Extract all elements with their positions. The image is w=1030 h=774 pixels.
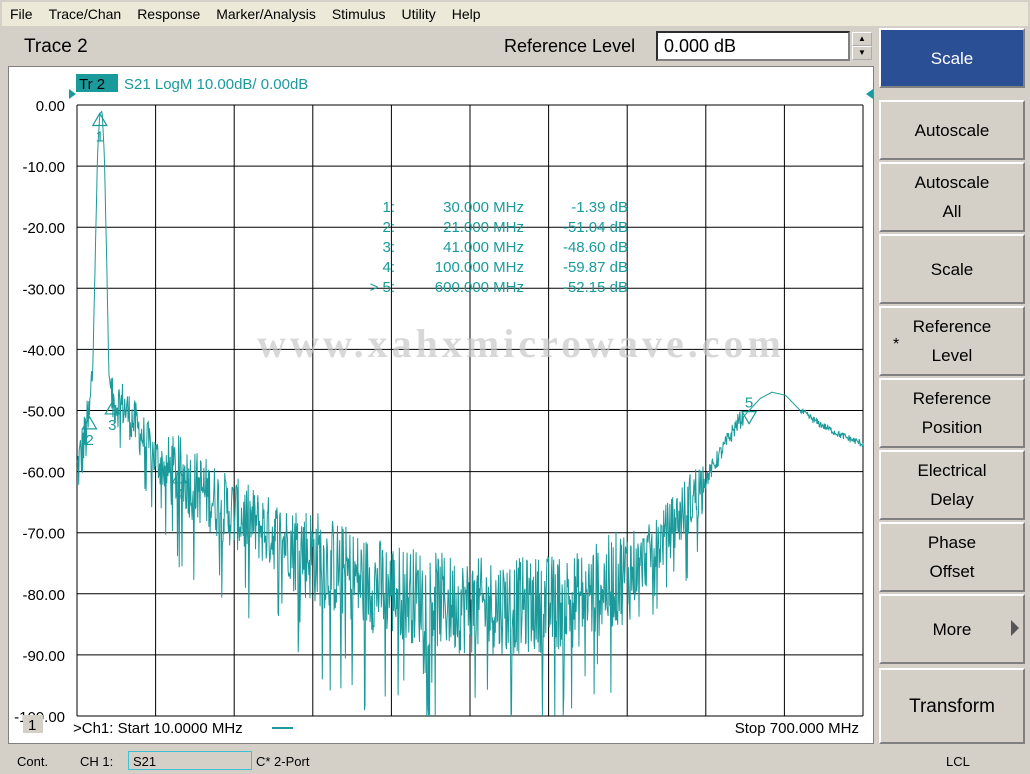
softkey-autoscale[interactable]: Autoscale [879,100,1025,160]
marker-label: 5 [745,395,753,412]
softkey-label: Autoscale [914,120,990,140]
marker-table-id: 1: [382,199,395,216]
y-tick-label: -80.00 [22,587,65,604]
marker-table-value: -51.04 dB [563,219,628,236]
softkey-label: Offset [929,562,975,581]
softkey-label: Scale [930,48,974,68]
reference-level-entry: ▲ ▼ [656,31,874,61]
y-tick-labels: 0.00 -10.00 -20.00 -30.00 -40.00 -50.00 -60.00… [14,98,65,726]
marker-table-value: -48.60 dB [563,239,628,256]
softkey-label: Position [921,418,983,437]
status-active-parameter[interactable]: S21 [128,751,252,770]
entry-header: Trace 2 Reference Level ▲ ▼ [6,28,876,64]
marker-table-frequency: 21.000 MHz [443,219,524,236]
softkey-scale[interactable]: Scale [879,28,1025,88]
reference-right-arrow-icon [866,89,873,99]
status-remote: LCL [946,754,970,769]
reference-level-input[interactable] [656,31,850,61]
softkey-autoscale-all[interactable]: Autoscale All [879,162,1025,232]
triangle-down-icon: ▼ [858,48,866,57]
marker-label: 2 [85,432,93,449]
softkey-reference-position[interactable]: Reference Position [879,378,1025,448]
softkey-label: Electrical [917,461,987,480]
marker-label: 1 [96,128,104,145]
menu-trace-chan[interactable]: Trace/Chan [41,2,130,26]
softkey-electrical-delay[interactable]: Electrical Delay [879,450,1025,520]
trace-description: S21 LogM 10.00dB/ 0.00dB [124,76,308,93]
submenu-arrow-icon [1011,620,1019,636]
y-tick-label: -10.00 [22,159,65,176]
marker-table-value: -1.39 dB [571,199,628,216]
trace-badge-label: Tr 2 [79,76,105,93]
trace-title: Trace 2 [24,36,88,57]
marker-table: 1: 30.000 MHz -1.39 dB 2: 21.000 MHz -51.04 d… [370,199,628,296]
marker-label: 4 [175,486,183,503]
active-function-indicator: * [893,336,900,353]
reference-left-arrow-icon [69,89,76,99]
softkey-transform[interactable]: Transform [879,668,1025,744]
stop-frequency[interactable]: Stop 700.000 MHz [735,720,859,737]
marker-table-id: > 5: [370,279,395,296]
y-tick-label: -30.00 [22,281,65,298]
spin-down-button[interactable]: ▼ [852,46,872,60]
marker-table-frequency: 600.000 MHz [435,279,524,296]
softkey-label: Scale [930,259,974,279]
softkey-label: Level [931,346,973,365]
y-tick-label: -50.00 [22,404,65,421]
channel-number: 1 [28,717,36,734]
softkey-label: Delay [930,490,974,509]
marker-table-id: 3: [382,239,395,256]
menu-help[interactable]: Help [444,2,489,26]
softkey-label: More [932,619,972,639]
softkey-phase-offset[interactable]: Phase Offset [879,522,1025,592]
marker-table-id: 4: [382,259,395,276]
vna-window: File Trace/Chan Response Marker/Analysis… [0,0,1030,774]
marker-label: 3 [108,417,116,434]
softkey-label: Phase [927,533,977,552]
menu-response[interactable]: Response [129,2,208,26]
softkey-label: Autoscale [914,173,990,192]
menu-file[interactable]: File [2,2,41,26]
y-tick-label: -20.00 [22,220,65,237]
menu-utility[interactable]: Utility [394,2,444,26]
chart-area[interactable]: 0.00 -10.00 -20.00 -30.00 -40.00 -50.00 -60.00… [8,66,874,744]
softkey-label: Transform [909,695,995,717]
y-tick-label: -60.00 [22,465,65,482]
marker-table-value: -52.15 dB [563,279,628,296]
menu-stimulus[interactable]: Stimulus [324,2,394,26]
triangle-up-icon: ▲ [858,34,866,43]
softkey-reference-level[interactable]: Reference Level * [879,306,1025,376]
status-mode: Cont. [17,754,49,769]
marker-table-id: 2: [382,219,395,236]
softkey-scale[interactable]: Scale [879,234,1025,304]
softkey-more[interactable]: More [879,594,1025,664]
start-frequency[interactable]: >Ch1: Start 10.0000 MHz [73,720,243,737]
menu-bar: File Trace/Chan Response Marker/Analysis… [2,2,1028,26]
softkey-label: Reference [912,389,992,408]
spin-up-button[interactable]: ▲ [852,32,872,46]
marker-table-value: -59.87 dB [563,259,628,276]
trace-plot[interactable]: 0.00 -10.00 -20.00 -30.00 -40.00 -50.00 -60.00… [9,67,873,743]
softkey-label: Reference [912,317,992,336]
marker-table-frequency: 30.000 MHz [443,199,524,216]
status-bar: Cont. CH 1: S21 C* 2-Port LCL [2,750,1028,772]
reference-level-label: Reference Level [504,36,636,56]
status-calibration: C* 2-Port [256,754,310,769]
softkey-label: All [942,202,962,221]
y-tick-label: 0.00 [36,98,65,115]
marker-table-frequency: 41.000 MHz [443,239,524,256]
menu-marker-analysis[interactable]: Marker/Analysis [208,2,324,26]
watermark-text: www.xahxmicrowave.com [257,321,785,366]
markers: 12345 [81,112,758,503]
y-tick-label: -90.00 [22,648,65,665]
y-tick-label: -70.00 [22,526,65,543]
status-channel: CH 1: [80,754,114,769]
marker-triangle [741,411,758,425]
y-tick-label: -40.00 [22,342,65,359]
marker-table-frequency: 100.000 MHz [435,259,524,276]
softkey-panel: Scale Autoscale Autoscale All Scale Reference… [879,28,1027,746]
